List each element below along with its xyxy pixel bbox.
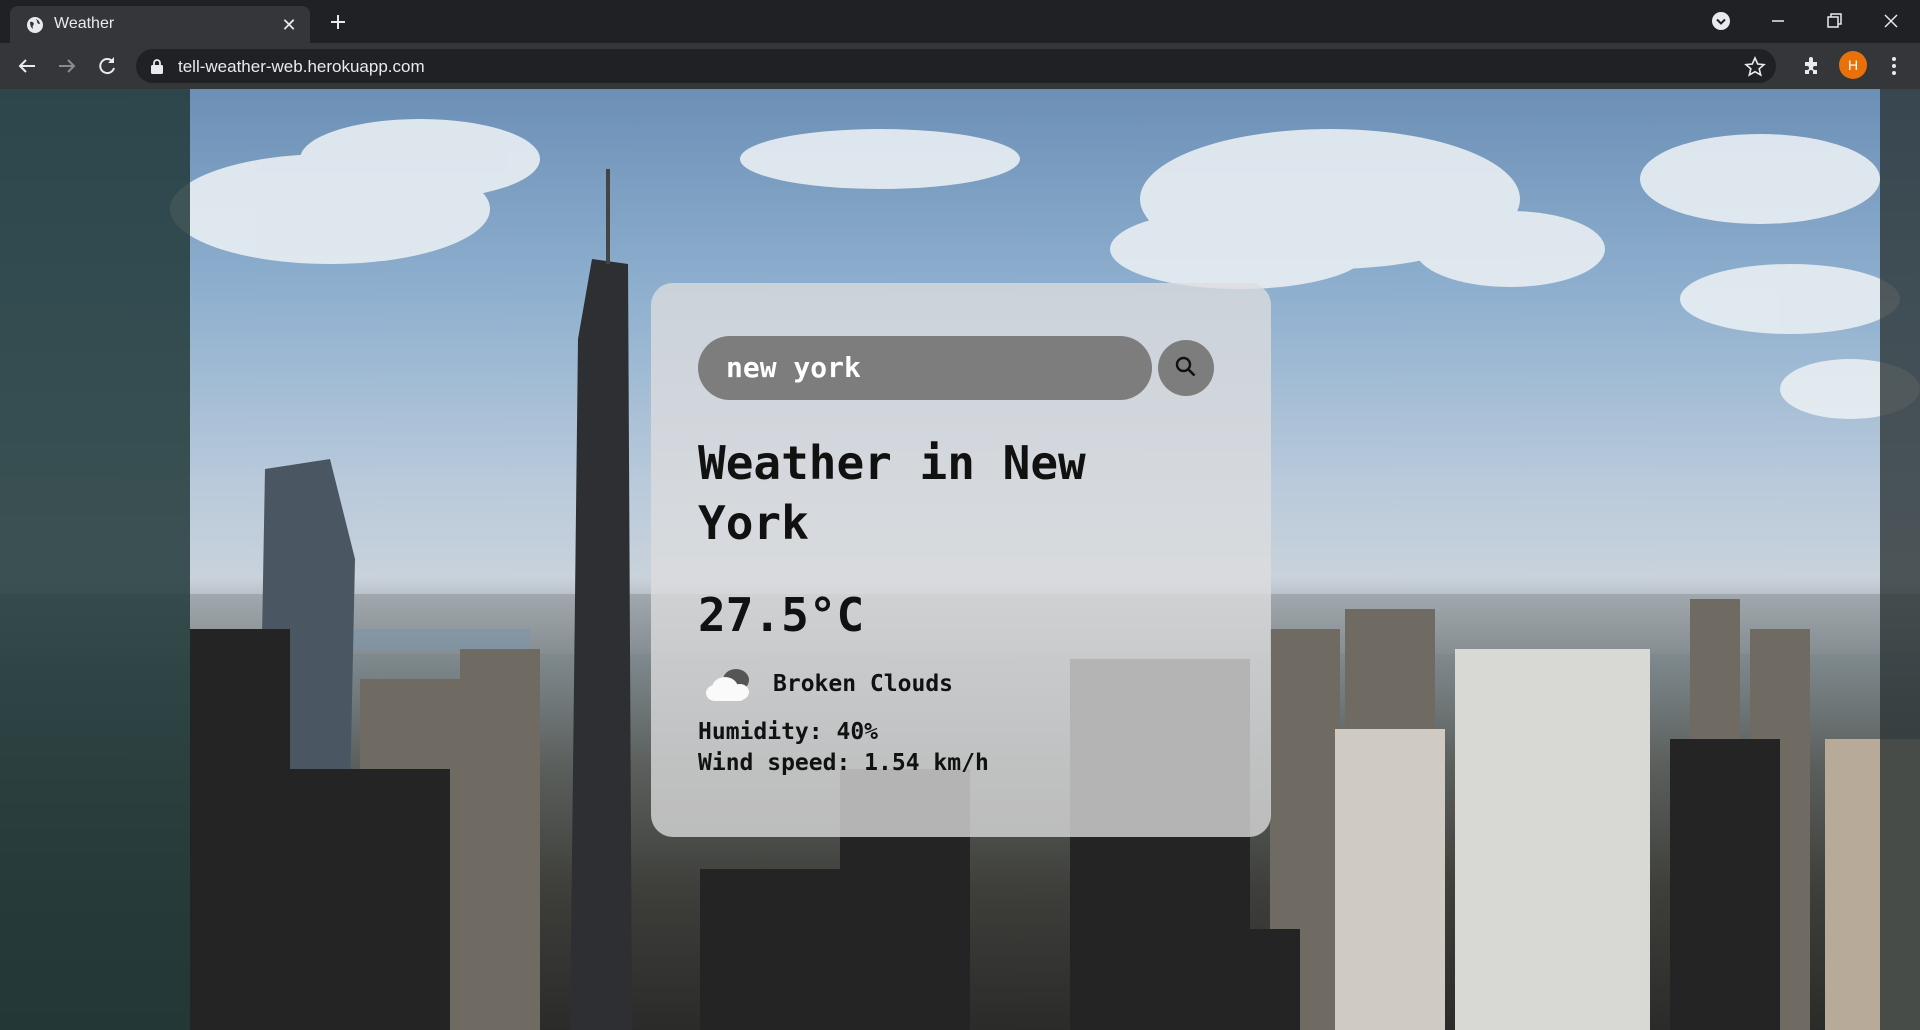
humidity: Humidity: 40% bbox=[698, 719, 879, 745]
weather-condition: Broken Clouds bbox=[773, 671, 954, 697]
back-icon[interactable] bbox=[13, 52, 41, 80]
tab-strip: Weather ✕ bbox=[0, 0, 1920, 43]
browser-tab[interactable]: Weather ✕ bbox=[10, 6, 310, 43]
url-text: tell-weather-web.herokuapp.com bbox=[178, 57, 425, 76]
close-tab-icon[interactable]: ✕ bbox=[278, 14, 300, 36]
menu-dots-icon[interactable] bbox=[1880, 52, 1908, 80]
search-input[interactable] bbox=[698, 336, 1152, 400]
reload-icon[interactable] bbox=[93, 52, 121, 80]
new-tab-icon[interactable] bbox=[324, 8, 352, 36]
browser-toolbar: tell-weather-web.herokuapp.com bbox=[0, 43, 1920, 89]
extensions-icon[interactable] bbox=[1798, 52, 1826, 80]
profile-avatar[interactable]: H bbox=[1839, 51, 1867, 79]
lock-icon bbox=[151, 59, 163, 74]
tab-title: Weather bbox=[54, 15, 115, 32]
restore-icon[interactable] bbox=[1819, 6, 1849, 36]
weather-card: Weather in New York 27.5°C Broken Clouds… bbox=[651, 283, 1271, 837]
tab-search-icon[interactable] bbox=[1709, 9, 1733, 33]
cloud-icon bbox=[706, 669, 749, 701]
city-heading: Weather in New York bbox=[698, 436, 1086, 550]
globe-icon bbox=[27, 17, 43, 33]
temperature: 27.5°C bbox=[698, 588, 865, 642]
forward-icon[interactable] bbox=[53, 52, 81, 80]
address-bar[interactable]: tell-weather-web.herokuapp.com bbox=[136, 49, 1776, 83]
minimize-icon[interactable] bbox=[1763, 6, 1793, 36]
wind-speed: Wind speed: 1.54 km/h bbox=[698, 750, 989, 776]
bookmark-star-icon[interactable] bbox=[1744, 56, 1766, 78]
close-window-icon[interactable] bbox=[1876, 6, 1906, 36]
page-viewport: Weather in New York 27.5°C Broken Clouds… bbox=[0, 89, 1920, 1030]
search-icon bbox=[1175, 356, 1196, 377]
search-button[interactable] bbox=[1158, 340, 1214, 396]
